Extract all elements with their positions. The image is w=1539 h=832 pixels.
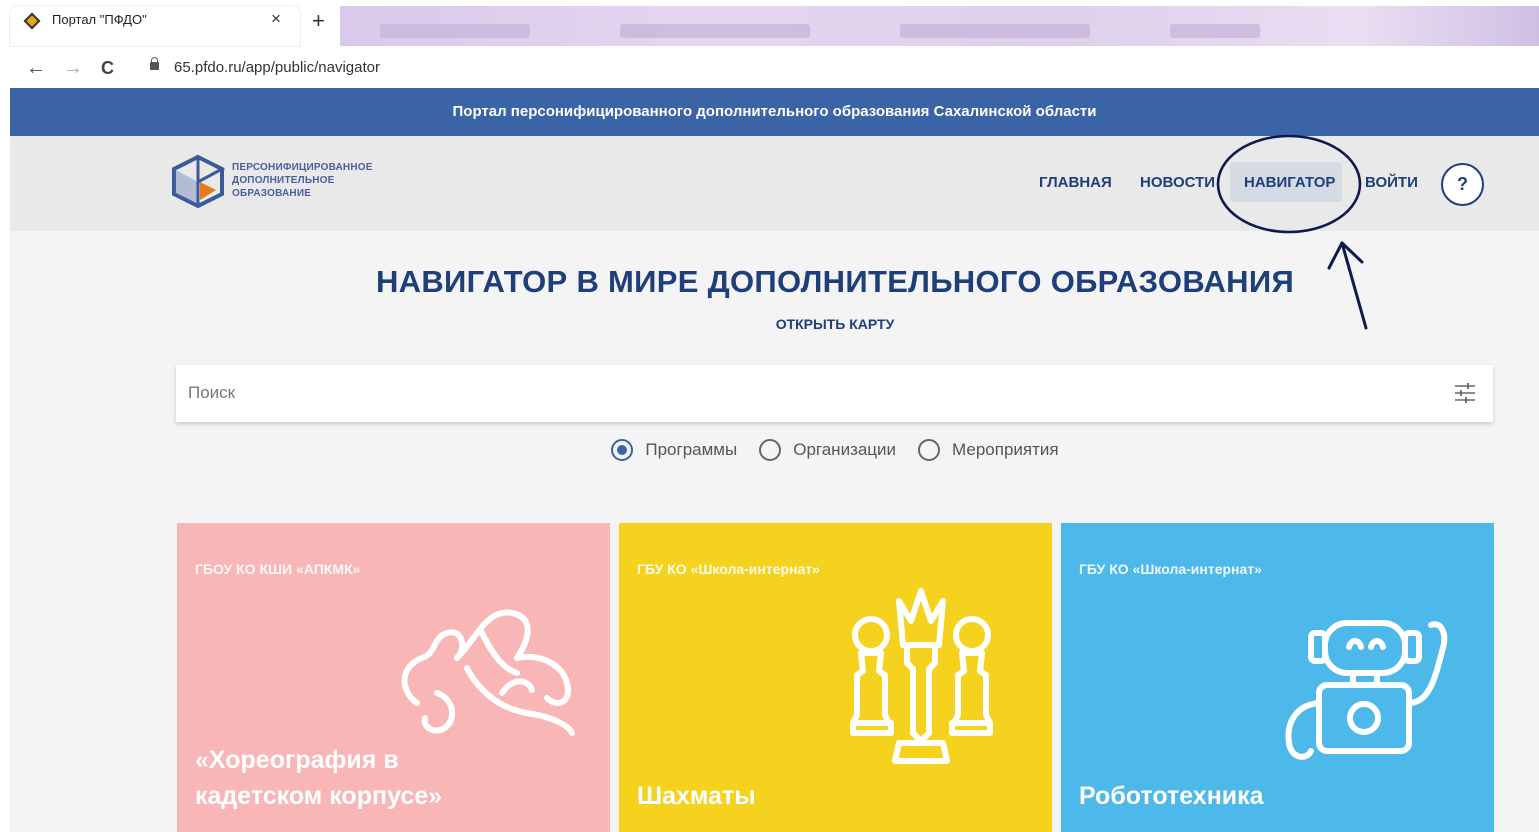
radio-checked-icon[interactable] (611, 439, 634, 461)
search-box (176, 365, 1493, 422)
logo-line: ПЕРСОНИФИЦИРОВАННОЕ (232, 162, 373, 173)
blurred-tab[interactable] (1170, 24, 1260, 38)
chess-icon (850, 588, 993, 764)
blurred-tab[interactable] (380, 24, 530, 38)
radio-unchecked-icon[interactable] (759, 439, 782, 461)
search-type-radio-group: Программы Организации Мероприятия (10, 439, 1539, 461)
lock-icon[interactable] (150, 57, 159, 70)
radio-organizations[interactable]: Организации (759, 439, 896, 461)
open-map-link[interactable]: ОТКРЫТЬ КАРТУ (10, 316, 1539, 332)
dance-shoes-icon (401, 609, 575, 736)
radio-label: Программы (645, 440, 738, 459)
card-title: «Хореография в кадетском корпусе» (195, 746, 443, 810)
help-button[interactable]: ? (1441, 163, 1484, 206)
inactive-tabs-area (340, 6, 1539, 46)
card-organization: ГБУ КО «Школа-интернат» (1079, 561, 1262, 577)
tab-close-button[interactable]: × (271, 9, 281, 29)
card-title: Шахматы (637, 782, 756, 810)
robot-icon (1285, 620, 1448, 760)
filter-settings-icon[interactable] (1454, 383, 1476, 403)
site-header: ПЕРСОНИФИЦИРОВАННОЕ ДОПОЛНИТЕЛЬНОЕ ОБРАЗ… (10, 136, 1539, 231)
page-title: НАВИГАТОР В МИРЕ ДОПОЛНИТЕЛЬНОГО ОБРАЗОВ… (375, 264, 1295, 299)
main-content: НАВИГАТОР В МИРЕ ДОПОЛНИТЕЛЬНОГО ОБРАЗОВ… (10, 231, 1539, 832)
search-input[interactable] (188, 373, 1388, 413)
card-organization: ГБУ КО «Школа-интернат» (637, 561, 820, 577)
nav-login-link[interactable]: ВОЙТИ (1365, 174, 1418, 191)
radio-label: Мероприятия (952, 440, 1059, 459)
nav-navigator-link[interactable]: НАВИГАТОР (1244, 174, 1335, 191)
radio-events[interactable]: Мероприятия (918, 439, 1059, 461)
nav-news-link[interactable]: НОВОСТИ (1140, 174, 1215, 191)
logo-cube-icon (172, 154, 226, 209)
logo-line: ОБРАЗОВАНИЕ (232, 188, 312, 199)
radio-label: Организации (793, 440, 897, 459)
back-button[interactable]: ← (26, 57, 46, 80)
new-tab-button[interactable]: + (312, 8, 325, 34)
logo-line: ДОПОЛНИТЕЛЬНОЕ (232, 175, 335, 186)
forward-button[interactable]: → (63, 57, 83, 80)
blurred-tab[interactable] (900, 24, 1090, 38)
blurred-tab[interactable] (620, 24, 810, 38)
radio-programs[interactable]: Программы (611, 439, 737, 461)
card-organization: ГБОУ КО КШИ «АПКМК» (195, 561, 361, 577)
logo-text: ПЕРСОНИФИЦИРОВАННОЕ ДОПОЛНИТЕЛЬНОЕ ОБРАЗ… (232, 161, 373, 200)
browser-tabstrip: Портал "ПФДО" × + (0, 0, 1539, 50)
tab-title: Портал "ПФДО" (52, 12, 147, 27)
nav-home-link[interactable]: ГЛАВНАЯ (1039, 174, 1112, 191)
site-logo[interactable]: ПЕРСОНИФИЦИРОВАННОЕ ДОПОЛНИТЕЛЬНОЕ ОБРАЗ… (170, 154, 410, 210)
radio-unchecked-icon[interactable] (918, 439, 941, 461)
url-field[interactable]: 65.pfdo.ru/app/public/navigator (174, 59, 380, 76)
program-card-robotics[interactable]: ГБУ КО «Школа-интернат» Робототехника (1061, 523, 1494, 832)
reload-button[interactable]: C (101, 58, 114, 79)
program-card-choreography[interactable]: ГБОУ КО КШИ «АПКМК» «Хореография в кадет… (177, 523, 610, 832)
site-topbar: Портал персонифицированного дополнительн… (10, 88, 1539, 136)
card-title: Робототехника (1079, 782, 1264, 810)
program-card-chess[interactable]: ГБУ КО «Школа-интернат» Шахматы (619, 523, 1052, 832)
